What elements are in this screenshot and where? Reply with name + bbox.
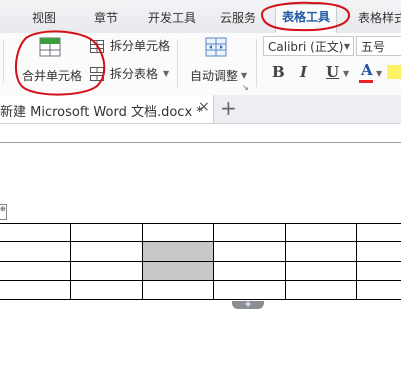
- merge-cells-icon[interactable]: [39, 37, 61, 57]
- document-page[interactable]: ⊕: [0, 124, 401, 387]
- document-tab-title: 新建 Microsoft Word 文档.docx *: [0, 105, 203, 120]
- split-cells-button[interactable]: 拆分单元格: [110, 37, 170, 54]
- split-cells-icon[interactable]: [90, 38, 104, 53]
- close-icon[interactable]: ×: [198, 99, 210, 115]
- tab-table-tools[interactable]: 表格工具: [275, 4, 338, 33]
- ribbon-divider: [3, 39, 4, 83]
- font-name-dropdown-icon[interactable]: ▼: [344, 37, 350, 57]
- ribbon-divider: [177, 39, 178, 87]
- underline-button[interactable]: U: [326, 63, 339, 81]
- font-size-select[interactable]: 五号: [356, 36, 401, 56]
- auto-fit-dropdown-icon[interactable]: ▼: [241, 71, 247, 80]
- ribbon-tab-bar: 视图 章节 开发工具 云服务 表格工具 表格样式: [0, 0, 401, 33]
- font-color-bar: [359, 80, 373, 83]
- document-tab[interactable]: 新建 Microsoft Word 文档.docx * ×: [0, 95, 214, 123]
- table-border: [0, 280, 401, 281]
- table-border: [0, 261, 401, 262]
- table-border: [213, 223, 214, 300]
- tab-chapter[interactable]: 章节: [94, 9, 118, 26]
- auto-fit-icon[interactable]: [205, 37, 227, 57]
- underline-dropdown-icon[interactable]: ▼: [343, 69, 349, 78]
- tab-developer-tools[interactable]: 开发工具: [148, 9, 196, 26]
- merge-cells-button[interactable]: 合并单元格: [22, 67, 82, 84]
- table-border: [142, 223, 143, 300]
- split-table-button[interactable]: 拆分表格: [110, 65, 158, 82]
- table-border: [0, 223, 401, 224]
- auto-fit-button[interactable]: 自动调整: [190, 67, 238, 84]
- font-color-button[interactable]: A: [361, 61, 373, 79]
- split-table-dropdown-icon[interactable]: ▼: [163, 69, 169, 78]
- add-row-button[interactable]: +: [232, 301, 264, 310]
- split-table-icon[interactable]: [90, 66, 104, 81]
- ribbon-toolbar: 合并单元格 拆分单元格 拆分表格 ▼ 自动调整 ▼ ↘ Calibri (正文)…: [0, 33, 401, 96]
- table-move-handle[interactable]: ⊕: [0, 204, 7, 220]
- font-size-value: 五号: [361, 40, 386, 54]
- table-border: [0, 241, 401, 242]
- italic-button[interactable]: I: [300, 63, 307, 81]
- tab-cloud-service[interactable]: 云服务: [220, 9, 256, 26]
- ribbon-divider: [256, 39, 257, 87]
- table-border: [70, 223, 71, 300]
- tab-view[interactable]: 视图: [32, 9, 56, 26]
- font-color-dropdown-icon[interactable]: ▼: [376, 69, 382, 78]
- page-margin-line: [0, 142, 401, 143]
- plus-icon[interactable]: +: [220, 96, 237, 120]
- font-name-select[interactable]: Calibri (正文) ▼: [263, 36, 354, 56]
- tab-table-style[interactable]: 表格样式: [358, 9, 401, 26]
- table-border: [356, 223, 357, 300]
- highlight-icon[interactable]: [387, 65, 401, 79]
- table-border: [0, 299, 401, 300]
- dialog-launcher-icon[interactable]: ↘: [242, 83, 249, 92]
- document-tab-strip: 新建 Microsoft Word 文档.docx * × +: [0, 95, 401, 124]
- table-border: [285, 223, 286, 300]
- bold-button[interactable]: B: [272, 63, 285, 81]
- font-name-value: Calibri (正文): [268, 40, 344, 54]
